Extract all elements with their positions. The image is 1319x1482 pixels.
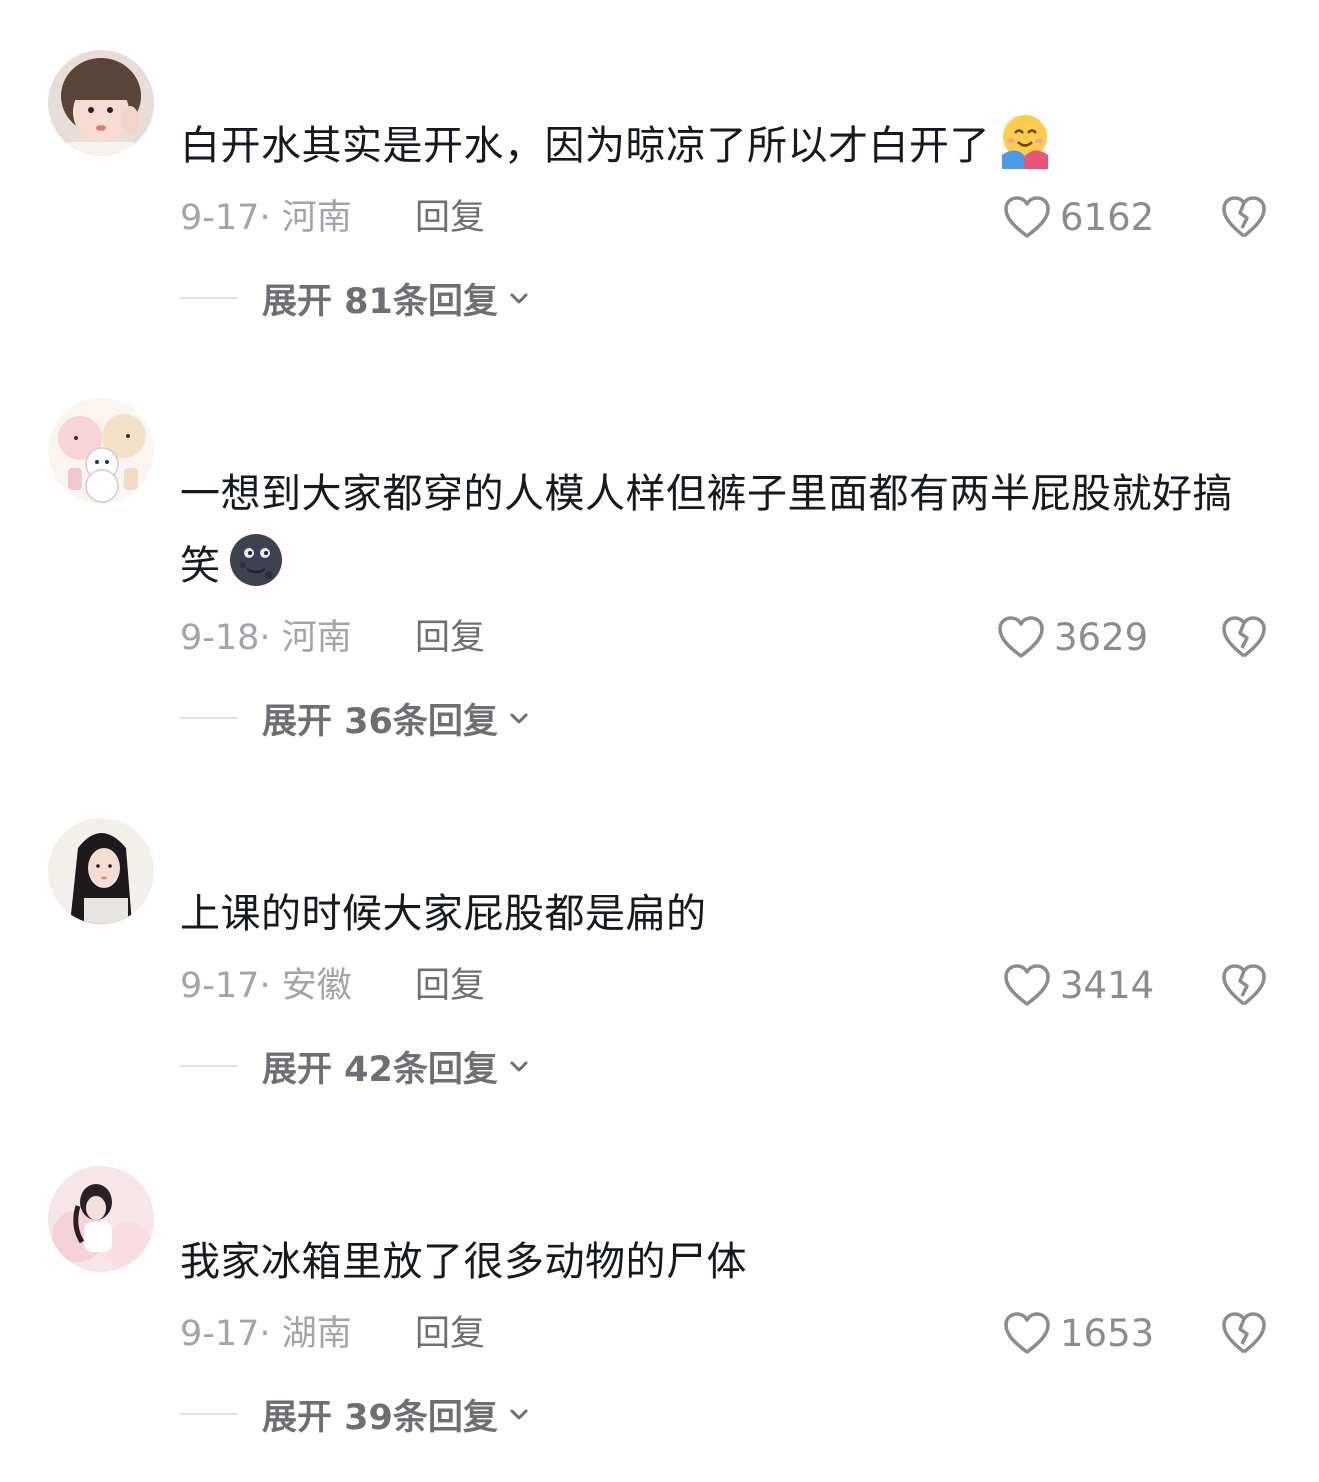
broken-heart-outline-icon — [1222, 1312, 1266, 1354]
reply-button[interactable]: 回复 — [415, 1312, 485, 1356]
like-button[interactable]: 1653 — [1002, 1308, 1154, 1358]
divider-line — [180, 1413, 238, 1415]
like-count: 1653 — [1060, 1311, 1155, 1355]
comment-text-content: 我家冰箱里放了很多动物的尸体 — [180, 1239, 747, 1285]
heart-outline-icon — [1004, 1312, 1050, 1354]
comment-item: 我家冰箱里放了很多动物的尸体 9-17· 湖南 回复 1653 展开 39条回复 — [0, 0, 1319, 1482]
comment-meta: 9-17· 湖南 回复 — [180, 1312, 485, 1356]
chevron-down-icon — [510, 1409, 528, 1420]
avatar[interactable] — [48, 1166, 154, 1272]
expand-replies-button[interactable]: 展开 39条回复 — [180, 1392, 530, 1438]
comment-text: 我家冰箱里放了很多动物的尸体 — [180, 1226, 1260, 1298]
meta-separator: · — [259, 1314, 271, 1354]
comment-location: 湖南 — [281, 1314, 352, 1354]
comment-date: 9-17 — [180, 1314, 260, 1354]
expand-replies-label: 展开 39条回复 — [262, 1397, 498, 1438]
dislike-button[interactable] — [1220, 1310, 1268, 1358]
